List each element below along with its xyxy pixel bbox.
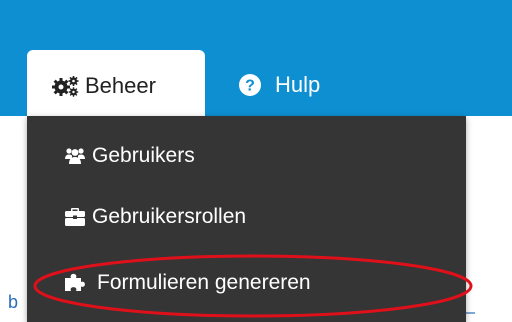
menu-item-formulieren-genereren-label: Formulieren genereren (97, 271, 311, 294)
menu-item-gebruikers-label: Gebruikers (92, 144, 195, 167)
menu-item-gebruikersrollen-label: Gebruikersrollen (92, 205, 247, 228)
puzzle-icon (64, 271, 86, 291)
menu-item-formulieren-genereren[interactable]: Formulieren genereren (27, 246, 466, 306)
svg-text:?: ? (245, 78, 255, 95)
tab-beheer-label: Beheer (85, 73, 156, 98)
beheer-dropdown-menu: Gebruikers Gebruikersrollen Formulieren … (27, 116, 466, 322)
tab-hulp-label: Hulp (275, 72, 321, 97)
menu-item-gebruikers[interactable]: Gebruikers (27, 126, 466, 186)
gears-icon (52, 75, 80, 97)
tab-beheer[interactable]: Beheer (27, 50, 205, 118)
question-circle-icon: ? (239, 74, 261, 96)
background-link-fragment[interactable]: b (8, 292, 18, 312)
users-icon (64, 146, 86, 166)
briefcase-icon (64, 207, 86, 227)
menu-item-gebruikersrollen[interactable]: Gebruikersrollen (27, 186, 466, 246)
